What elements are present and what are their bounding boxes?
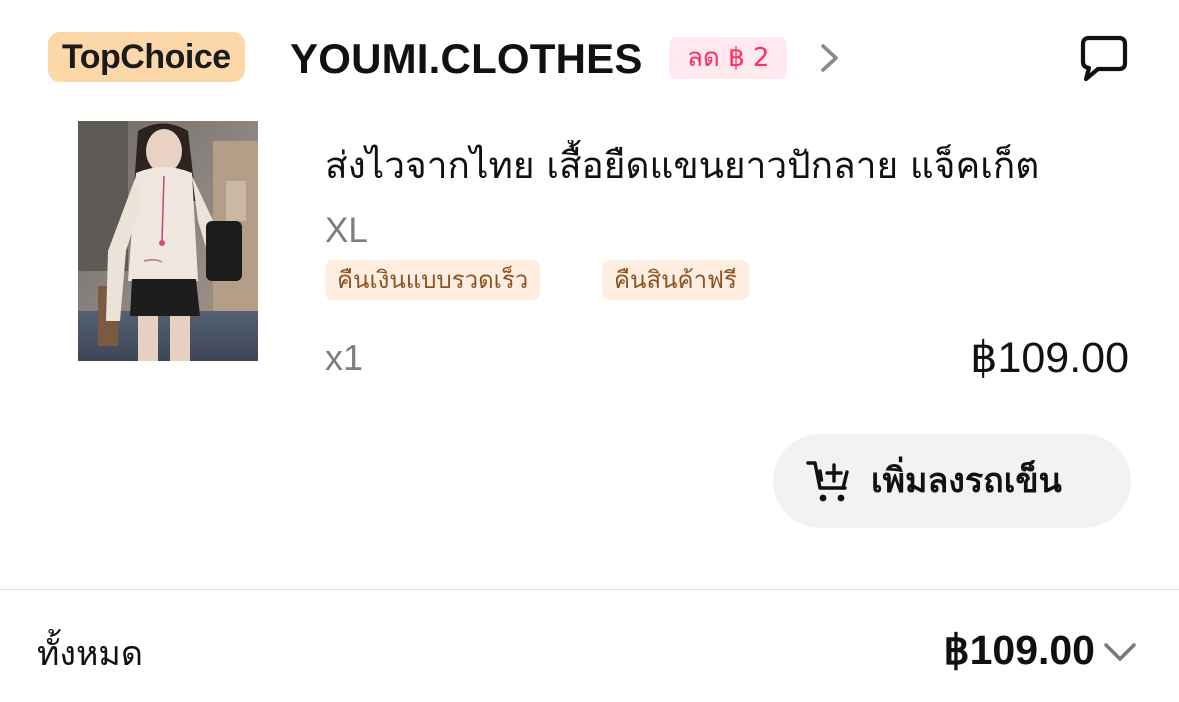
tag-fast-refund: คืนเงินแบบรวดเร็ว: [325, 260, 541, 300]
total-value: ฿109.00: [943, 627, 1096, 673]
chat-icon[interactable]: [1078, 32, 1130, 84]
item-price: ฿109.00: [970, 334, 1129, 382]
add-to-cart-button[interactable]: เพิ่มลงรถเข็น: [773, 434, 1131, 528]
product-image[interactable]: [78, 121, 258, 361]
product-variant[interactable]: XL: [325, 208, 368, 254]
discount-badge[interactable]: ลด ฿ 2: [669, 37, 788, 79]
add-to-cart-label: เพิ่มลงรถเข็น: [871, 461, 1062, 501]
chevron-down-icon[interactable]: [1101, 639, 1139, 665]
divider: [0, 589, 1179, 590]
shop-header[interactable]: TopChoice YOUMI.CLOTHES ลด ฿ 2: [48, 30, 1138, 88]
product-photo: [78, 121, 258, 361]
topchoice-badge: TopChoice: [48, 32, 245, 82]
tag-free-return: คืนสินค้าฟรี: [602, 260, 749, 300]
chevron-right-icon[interactable]: [814, 42, 844, 74]
cart-plus-icon: [806, 461, 849, 502]
product-title[interactable]: ส่งไวจากไทย เสื้อยืดแขนยาวปักลาย แจ็คเก็…: [325, 140, 1125, 192]
quantity-label: x1: [325, 337, 364, 378]
total-label: ทั้งหมด: [37, 634, 143, 674]
shop-name[interactable]: YOUMI.CLOTHES: [290, 32, 643, 86]
